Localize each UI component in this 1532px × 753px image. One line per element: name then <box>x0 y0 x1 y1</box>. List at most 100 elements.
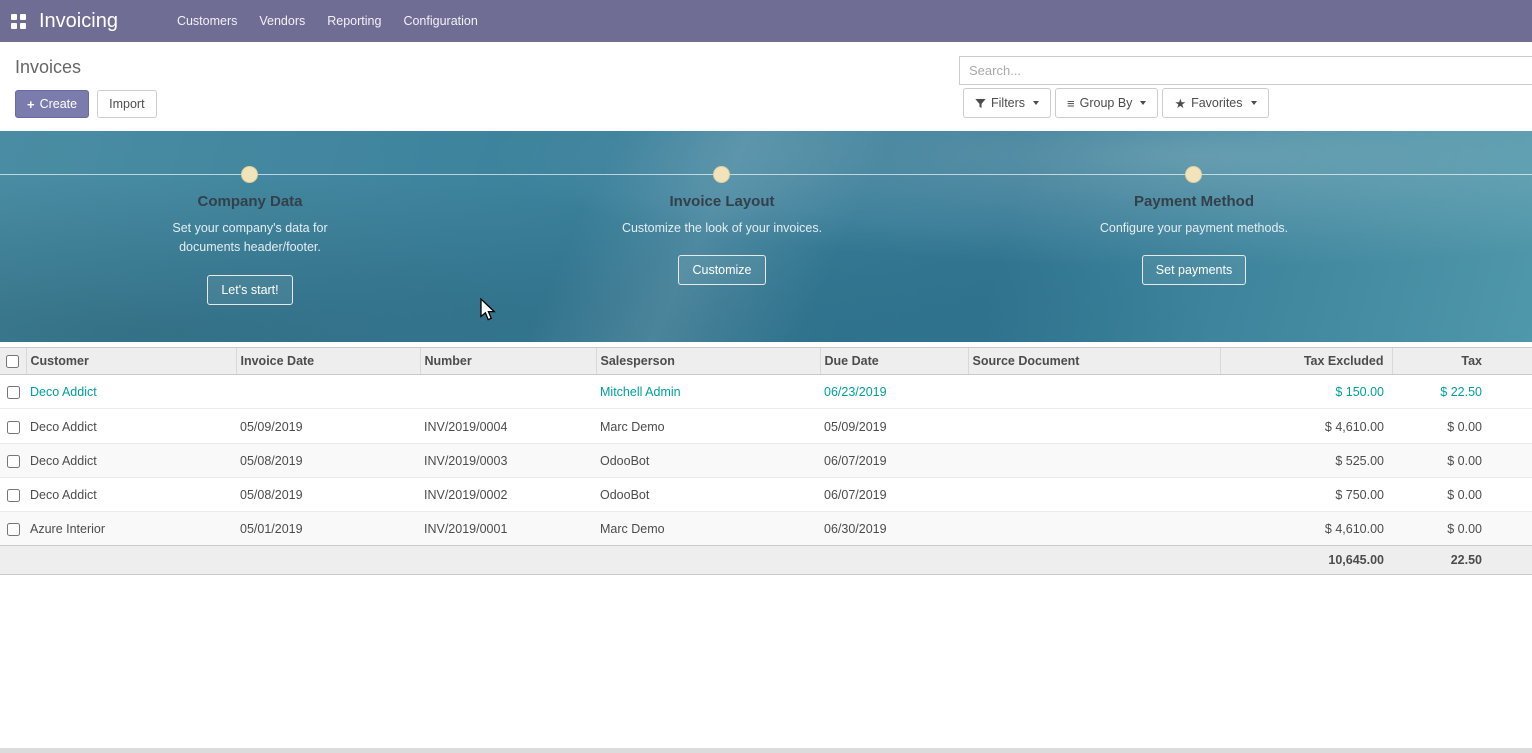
cell-due-date: 06/30/2019 <box>820 512 968 546</box>
cell-tax-excluded: $ 4,610.00 <box>1220 409 1392 443</box>
step-description: Set your company's data for documents he… <box>144 219 356 258</box>
cell-salesperson: Marc Demo <box>596 409 820 443</box>
cell-customer: Deco Addict <box>26 409 236 443</box>
table-row[interactable]: Deco Addict Mitchell Admin 06/23/2019 $ … <box>0 375 1532 409</box>
import-button[interactable]: Import <box>97 90 156 118</box>
step-title: Invoice Layout <box>592 193 852 210</box>
table-row[interactable]: Azure Interior 05/01/2019 INV/2019/0001 … <box>0 512 1532 546</box>
column-header-tax[interactable]: Tax <box>1392 348 1532 375</box>
table-footer-row: 10,645.00 22.50 <box>0 546 1532 575</box>
row-checkbox[interactable] <box>7 523 20 536</box>
cell-source-document <box>968 477 1220 511</box>
onboarding-step-payment-method: Payment Method Configure your payment me… <box>1064 193 1324 285</box>
onboarding-step-invoice-layout: Invoice Layout Customize the look of you… <box>592 193 852 285</box>
row-checkbox-cell <box>0 512 26 546</box>
column-header-customer[interactable]: Customer <box>26 348 236 375</box>
column-header-tax-excluded[interactable]: Tax Excluded <box>1220 348 1392 375</box>
horizontal-scrollbar[interactable] <box>0 748 1532 753</box>
group-by-button-label: Group By <box>1080 96 1133 110</box>
step-title: Company Data <box>120 193 380 210</box>
table-header-row: Customer Invoice Date Number Salesperson… <box>0 348 1532 375</box>
cell-due-date: 06/07/2019 <box>820 477 968 511</box>
filters-button[interactable]: Filters <box>963 88 1051 118</box>
invoice-list-table: Customer Invoice Date Number Salesperson… <box>0 347 1532 575</box>
cell-tax: $ 0.00 <box>1392 512 1532 546</box>
cell-tax: $ 0.00 <box>1392 443 1532 477</box>
cell-source-document <box>968 375 1220 409</box>
cell-salesperson: Marc Demo <box>596 512 820 546</box>
row-checkbox[interactable] <box>7 455 20 468</box>
cell-salesperson: OdooBot <box>596 443 820 477</box>
cell-tax-excluded: $ 4,610.00 <box>1220 512 1392 546</box>
cell-tax: $ 0.00 <box>1392 477 1532 511</box>
column-header-due-date[interactable]: Due Date <box>820 348 968 375</box>
row-checkbox-cell <box>0 477 26 511</box>
column-header-salesperson[interactable]: Salesperson <box>596 348 820 375</box>
cell-invoice-date: 05/08/2019 <box>236 477 420 511</box>
step-description: Configure your payment methods. <box>1088 219 1300 238</box>
table-row[interactable]: Deco Addict 05/08/2019 INV/2019/0002 Odo… <box>0 477 1532 511</box>
search-input[interactable] <box>959 56 1532 85</box>
step-indicator-dot <box>241 166 258 183</box>
favorites-button[interactable]: ★ Favorites <box>1162 88 1268 118</box>
onboarding-banner: Company Data Set your company's data for… <box>0 131 1532 342</box>
footer-tax-total: 22.50 <box>1392 546 1532 575</box>
filter-funnel-icon <box>975 98 986 109</box>
column-header-source-document[interactable]: Source Document <box>968 348 1220 375</box>
lets-start-button[interactable]: Let's start! <box>207 275 292 305</box>
select-all-checkbox-cell <box>0 348 26 375</box>
filters-button-label: Filters <box>991 96 1025 110</box>
cell-number: INV/2019/0003 <box>420 443 596 477</box>
nav-item-reporting[interactable]: Reporting <box>316 0 392 42</box>
list-icon: ≡ <box>1067 97 1075 110</box>
column-header-invoice-date[interactable]: Invoice Date <box>236 348 420 375</box>
cell-customer: Deco Addict <box>26 443 236 477</box>
onboarding-progress-line <box>0 174 1532 175</box>
nav-item-vendors[interactable]: Vendors <box>248 0 316 42</box>
cell-due-date: 06/23/2019 <box>820 375 968 409</box>
group-by-button[interactable]: ≡ Group By <box>1055 88 1158 118</box>
table-row[interactable]: Deco Addict 05/08/2019 INV/2019/0003 Odo… <box>0 443 1532 477</box>
top-navbar: Invoicing Customers Vendors Reporting Co… <box>0 0 1532 42</box>
cell-tax: $ 0.00 <box>1392 409 1532 443</box>
app-title[interactable]: Invoicing <box>39 10 118 33</box>
set-payments-button[interactable]: Set payments <box>1142 255 1246 285</box>
create-button-label: Create <box>40 97 78 111</box>
cell-number: INV/2019/0004 <box>420 409 596 443</box>
caret-down-icon <box>1140 101 1146 105</box>
cell-source-document <box>968 512 1220 546</box>
cell-invoice-date: 05/01/2019 <box>236 512 420 546</box>
cell-customer: Deco Addict <box>26 477 236 511</box>
row-checkbox[interactable] <box>7 489 20 502</box>
row-checkbox[interactable] <box>7 386 20 399</box>
cell-tax-excluded: $ 525.00 <box>1220 443 1392 477</box>
plus-icon: + <box>27 98 35 111</box>
caret-down-icon <box>1251 101 1257 105</box>
step-indicator-dot <box>713 166 730 183</box>
customize-button[interactable]: Customize <box>678 255 765 285</box>
cell-number <box>420 375 596 409</box>
cell-source-document <box>968 443 1220 477</box>
column-header-number[interactable]: Number <box>420 348 596 375</box>
cell-invoice-date: 05/08/2019 <box>236 443 420 477</box>
page-title: Invoices <box>15 57 81 78</box>
apps-grid-icon[interactable] <box>11 14 26 29</box>
nav-item-customers[interactable]: Customers <box>166 0 248 42</box>
star-icon: ★ <box>1174 97 1186 110</box>
footer-spacer <box>0 546 1220 575</box>
cell-tax: $ 22.50 <box>1392 375 1532 409</box>
step-title: Payment Method <box>1064 193 1324 210</box>
table-row[interactable]: Deco Addict 05/09/2019 INV/2019/0004 Mar… <box>0 409 1532 443</box>
create-button[interactable]: + Create <box>15 90 89 118</box>
row-checkbox-cell <box>0 409 26 443</box>
row-checkbox[interactable] <box>7 421 20 434</box>
step-indicator-dot <box>1185 166 1202 183</box>
nav-item-configuration[interactable]: Configuration <box>392 0 488 42</box>
favorites-button-label: Favorites <box>1191 96 1242 110</box>
cell-source-document <box>968 409 1220 443</box>
onboarding-step-company-data: Company Data Set your company's data for… <box>120 193 380 305</box>
select-all-checkbox[interactable] <box>6 355 19 368</box>
cell-tax-excluded: $ 150.00 <box>1220 375 1392 409</box>
cell-tax-excluded: $ 750.00 <box>1220 477 1392 511</box>
cell-due-date: 06/07/2019 <box>820 443 968 477</box>
